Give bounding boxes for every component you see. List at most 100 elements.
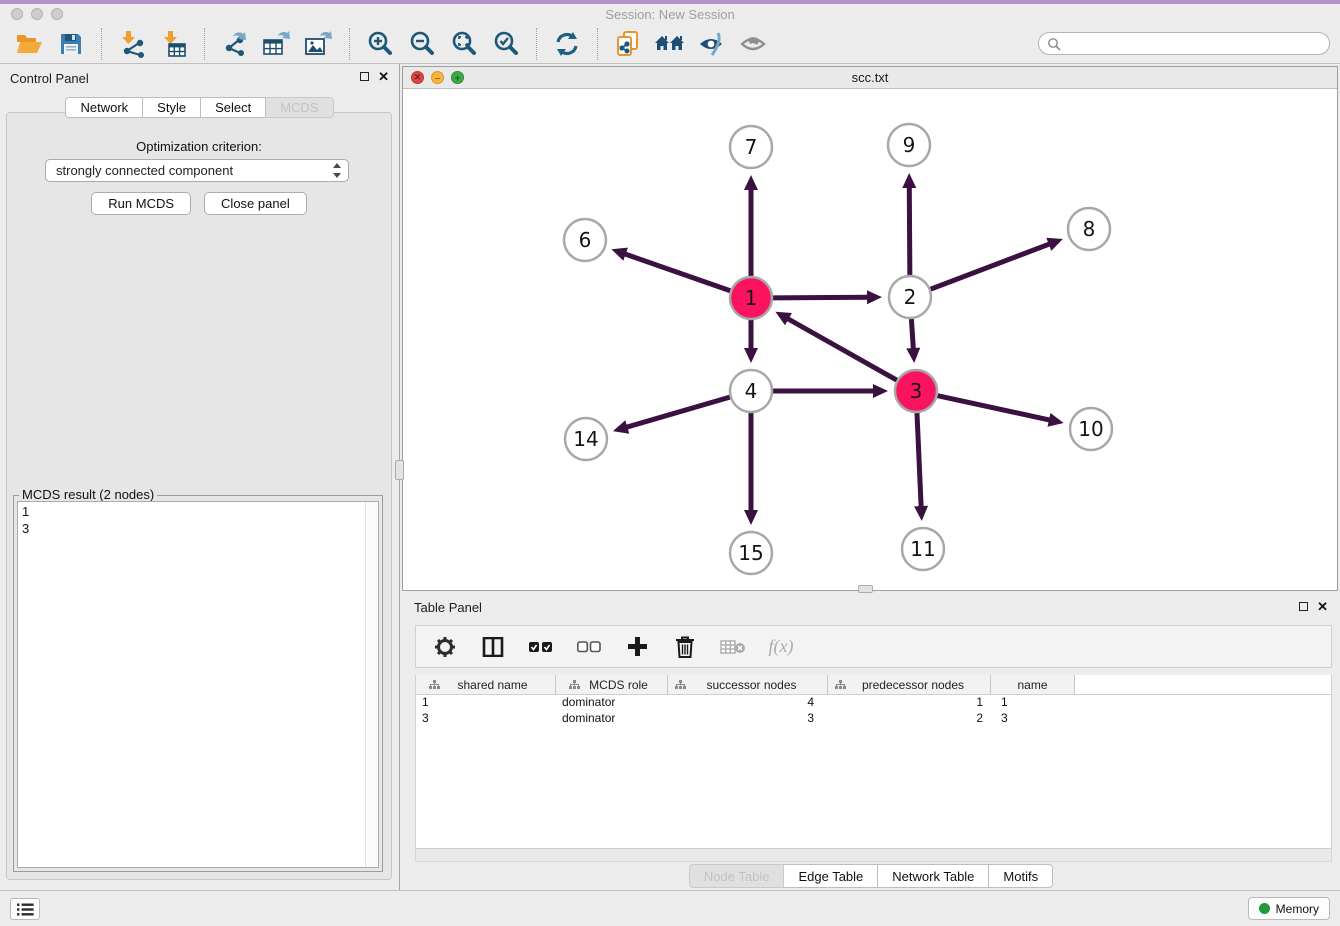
tab-mcds[interactable]: MCDS: [266, 97, 333, 118]
table-cell[interactable]: 3: [991, 711, 1075, 727]
select-all-button[interactable]: [528, 634, 554, 660]
graph-node-7[interactable]: 7: [730, 126, 772, 168]
graph-node-4[interactable]: 4: [730, 370, 772, 412]
unchecked-boxes-icon: [577, 641, 601, 653]
memory-button[interactable]: Memory: [1248, 897, 1330, 920]
column-header-MCDS-role[interactable]: MCDS role: [556, 675, 668, 694]
graph-node-14[interactable]: 14: [565, 418, 607, 460]
optimization-criterion-select[interactable]: strongly connected component: [45, 159, 349, 182]
vertical-splitter-handle[interactable]: [395, 460, 404, 480]
float-panel-icon[interactable]: [360, 72, 369, 81]
export-network-button[interactable]: [217, 27, 253, 61]
list-icon: [17, 903, 34, 916]
table-cell[interactable]: 1: [991, 695, 1075, 711]
column-header-predecessor-nodes[interactable]: predecessor nodes: [828, 675, 991, 694]
graph-node-3[interactable]: 3: [895, 370, 937, 412]
graph-node-1[interactable]: 1: [730, 277, 772, 319]
selected-criterion: strongly connected component: [56, 163, 332, 178]
control-panel-title: Control Panel: [10, 71, 89, 86]
graph-edge[interactable]: [911, 319, 913, 350]
export-table-button[interactable]: [259, 27, 295, 61]
import-table-button[interactable]: [156, 27, 192, 61]
graph-node-11[interactable]: 11: [902, 528, 944, 570]
graph-edge[interactable]: [937, 396, 1050, 421]
close-table-panel-icon[interactable]: ✕: [1317, 601, 1328, 612]
graph-node-8[interactable]: 8: [1068, 208, 1110, 250]
stepper-arrows-icon: [332, 163, 342, 178]
zoom-fit-button[interactable]: [446, 27, 482, 61]
hide-selected-button[interactable]: [694, 27, 730, 61]
close-panel-icon[interactable]: ✕: [378, 71, 389, 82]
svg-text:7: 7: [745, 135, 758, 159]
zoom-selected-button[interactable]: [488, 27, 524, 61]
table-cell[interactable]: 1: [416, 695, 556, 711]
tab-node-table[interactable]: Node Table: [689, 864, 785, 888]
export-image-button[interactable]: [301, 27, 337, 61]
mcds-result-textarea[interactable]: 1 3: [17, 501, 379, 868]
delete-rows-button[interactable]: [672, 634, 698, 660]
graph-edge[interactable]: [917, 413, 921, 508]
open-session-button[interactable]: [11, 27, 47, 61]
clone-network-button[interactable]: [610, 27, 646, 61]
table-cell[interactable]: 1: [828, 695, 991, 711]
run-mcds-button[interactable]: Run MCDS: [91, 192, 191, 215]
tab-network[interactable]: Network: [65, 97, 143, 118]
tab-style[interactable]: Style: [143, 97, 201, 118]
table-scroll-strip[interactable]: [415, 849, 1332, 862]
horizontal-splitter-handle[interactable]: [858, 585, 873, 593]
table-row[interactable]: 3dominator323: [416, 711, 1331, 727]
float-table-panel-icon[interactable]: [1299, 602, 1308, 611]
zoom-out-button[interactable]: [404, 27, 440, 61]
table-cell[interactable]: 4: [668, 695, 828, 711]
save-session-button[interactable]: [53, 27, 89, 61]
edge-arrowhead: [611, 248, 627, 261]
clone-network-icon: [614, 30, 642, 58]
table-options-button[interactable]: [432, 634, 458, 660]
function-builder-button[interactable]: f(x): [768, 634, 794, 660]
tab-network-table[interactable]: Network Table: [878, 864, 989, 888]
zoom-in-button[interactable]: [362, 27, 398, 61]
table-cell[interactable]: 3: [416, 711, 556, 727]
table-cell[interactable]: 3: [668, 711, 828, 727]
graph-node-9[interactable]: 9: [888, 124, 930, 166]
column-header-successor-nodes[interactable]: successor nodes: [668, 675, 828, 694]
table-header-row: shared nameMCDS rolesuccessor nodesprede…: [416, 675, 1331, 695]
graph-edge[interactable]: [931, 244, 1051, 290]
network-canvas[interactable]: 7 9 6 8 1 2 4 3 14 10 15 11: [403, 89, 1337, 590]
open-folder-icon: [16, 32, 43, 55]
deselect-all-button[interactable]: [576, 634, 602, 660]
import-network-button[interactable]: [114, 27, 150, 61]
edge-arrowhead: [867, 290, 882, 304]
graph-edge[interactable]: [773, 297, 869, 298]
table-cell[interactable]: 2: [828, 711, 991, 727]
graph-node-15[interactable]: 15: [730, 532, 772, 574]
show-columns-button[interactable]: [480, 634, 506, 660]
table-row[interactable]: 1dominator411: [416, 695, 1331, 711]
graph-edge[interactable]: [624, 254, 731, 291]
tab-motifs[interactable]: Motifs: [989, 864, 1053, 888]
toolbar-separator: [101, 28, 102, 60]
graph-node-2[interactable]: 2: [889, 276, 931, 318]
table-cell[interactable]: dominator: [556, 711, 668, 727]
graph-node-10[interactable]: 10: [1070, 408, 1112, 450]
first-neighbors-button[interactable]: [652, 27, 688, 61]
column-header-shared-name[interactable]: shared name: [416, 675, 556, 694]
add-row-button[interactable]: [624, 634, 650, 660]
delete-table-button[interactable]: [720, 634, 746, 660]
delete-table-icon: [720, 639, 746, 655]
search-input[interactable]: [1038, 32, 1330, 55]
task-history-button[interactable]: [10, 898, 40, 920]
refresh-layout-button[interactable]: [549, 27, 585, 61]
tab-edge-table[interactable]: Edge Table: [784, 864, 878, 888]
result-scrollbar[interactable]: [365, 502, 378, 867]
graph-edge[interactable]: [625, 397, 730, 427]
tab-select[interactable]: Select: [201, 97, 266, 118]
control-panel: Control Panel ✕ NetworkStyleSelectMCDS O…: [0, 64, 400, 890]
graph-edge[interactable]: [909, 186, 910, 275]
table-cell[interactable]: dominator: [556, 695, 668, 711]
close-panel-button[interactable]: Close panel: [204, 192, 307, 215]
graph-node-6[interactable]: 6: [564, 219, 606, 261]
show-all-button[interactable]: [736, 27, 772, 61]
graph-edge[interactable]: [787, 318, 897, 380]
column-header-name[interactable]: name: [991, 675, 1075, 694]
